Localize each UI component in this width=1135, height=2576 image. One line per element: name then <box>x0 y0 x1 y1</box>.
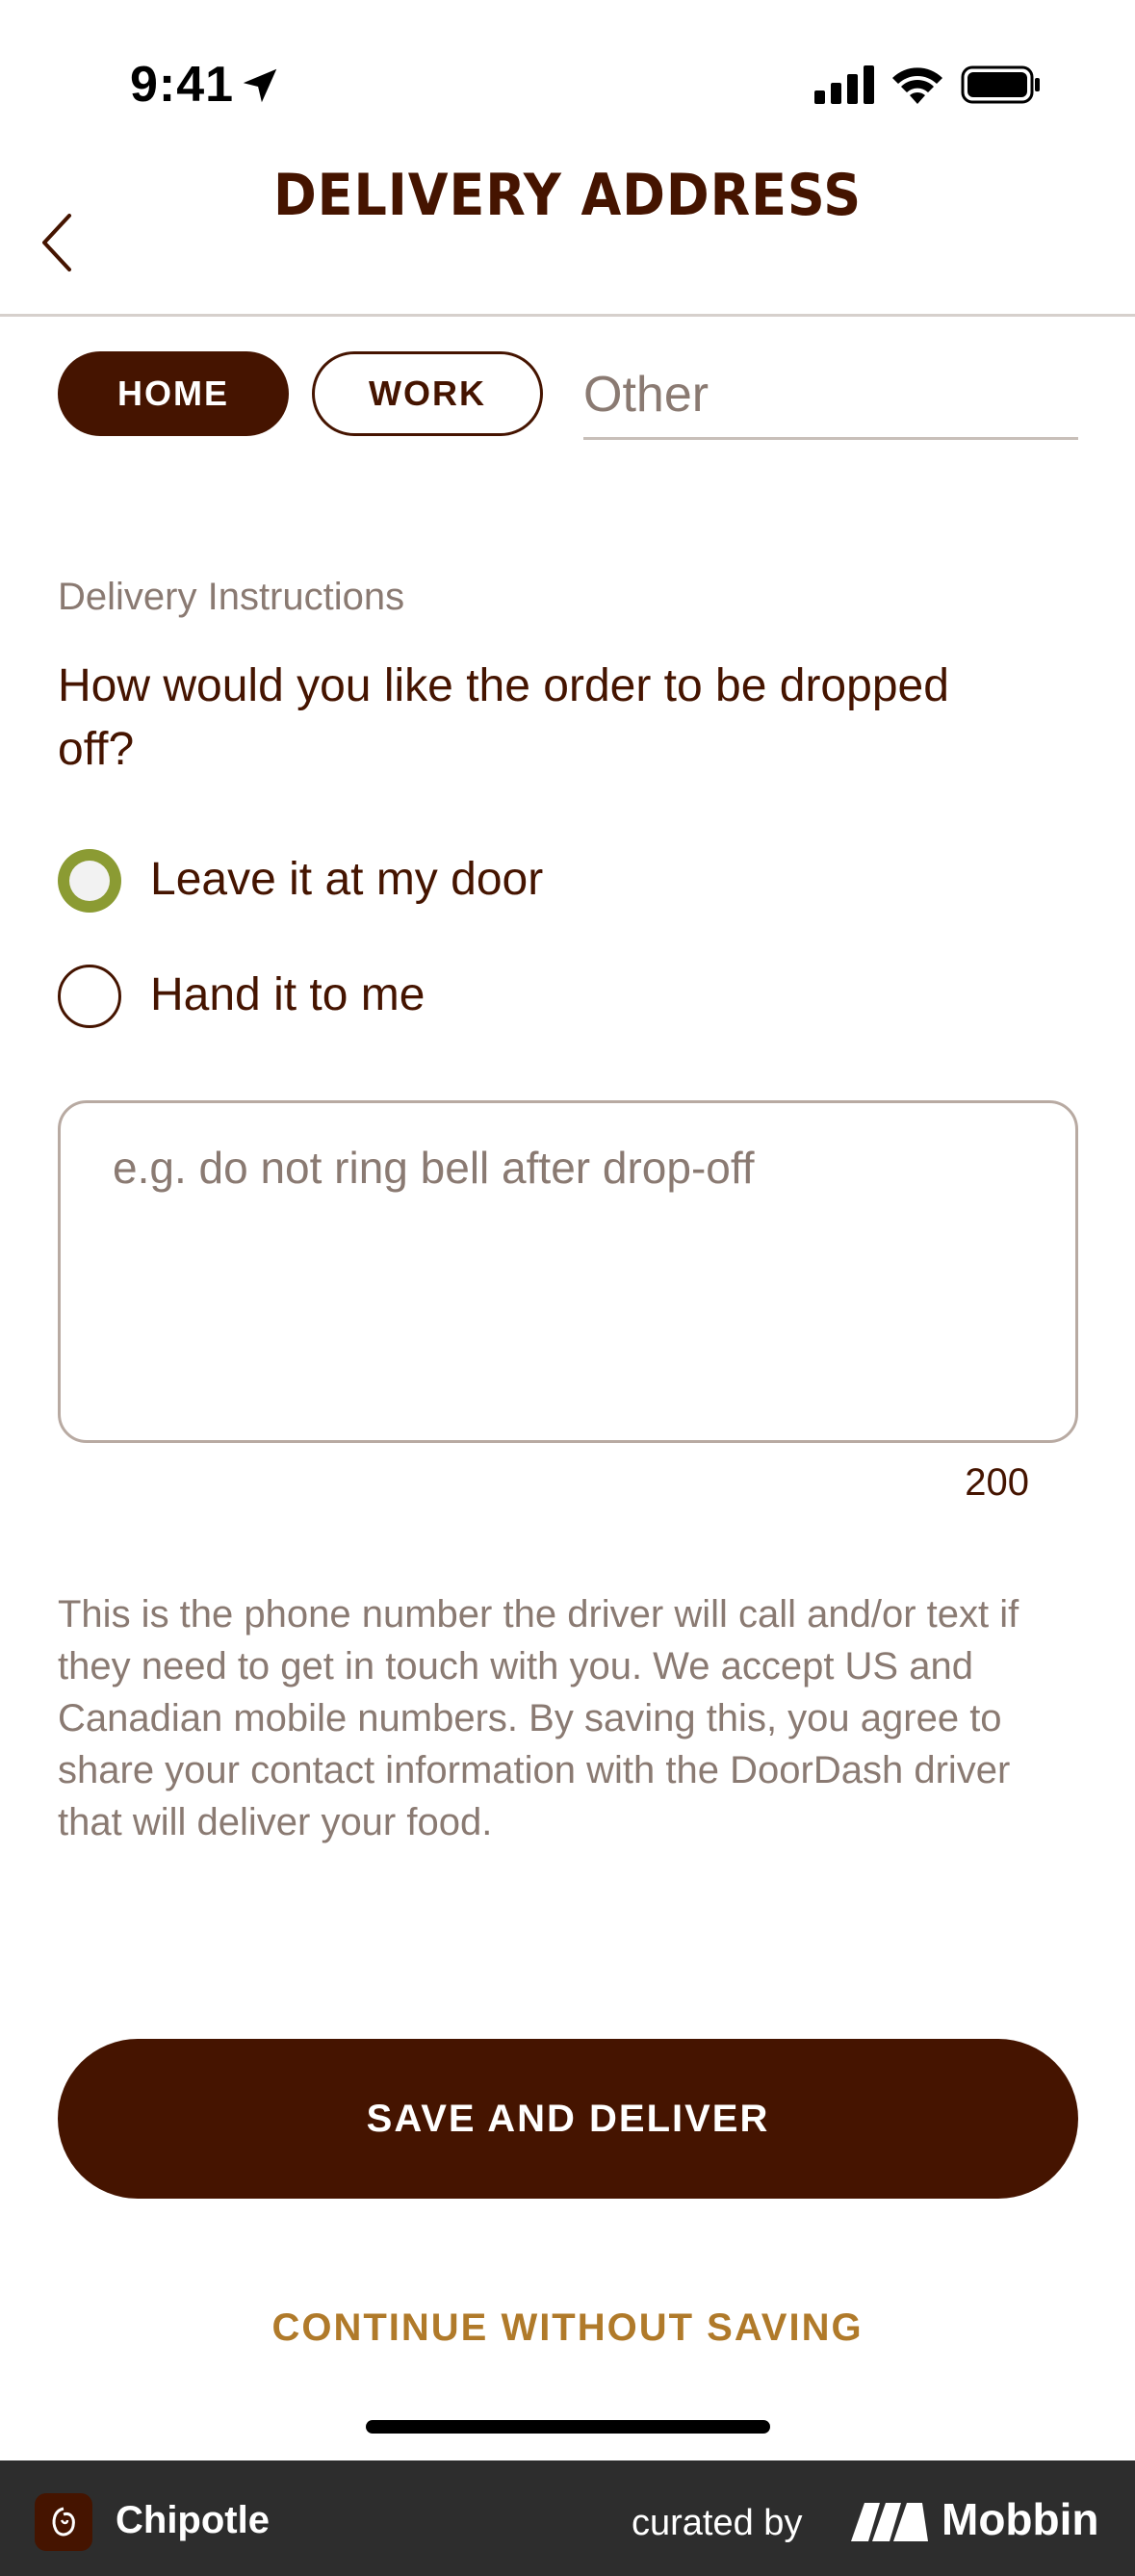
location-arrow-icon <box>243 68 277 103</box>
home-chip[interactable]: HOME <box>58 351 289 436</box>
delivery-instructions-label: Delivery Instructions <box>58 576 405 618</box>
cellular-signal-icon <box>814 65 874 104</box>
hand-to-me-label[interactable]: Hand it to me <box>150 968 425 1021</box>
continue-without-saving-link[interactable]: CONTINUE WITHOUT SAVING <box>0 2306 1135 2350</box>
page-title: DELIVERY ADDRESS <box>272 162 863 229</box>
mobbin-logo-icon <box>851 2503 928 2541</box>
contact-info-text: This is the phone number the driver will… <box>58 1593 1019 1843</box>
radio-selected-dot <box>69 861 110 901</box>
other-address-input[interactable]: Other <box>583 351 1078 440</box>
chipotle-pepper-icon <box>52 2507 75 2537</box>
hand-to-me-radio[interactable] <box>58 965 121 1028</box>
leave-at-door-label[interactable]: Leave it at my door <box>150 853 543 906</box>
dropoff-question: How would you like the order to be dropp… <box>58 660 949 775</box>
save-and-deliver-button[interactable]: SAVE AND DELIVER <box>58 2039 1078 2199</box>
mobbin-brand: Mobbin <box>942 2494 1099 2544</box>
wifi-icon <box>892 67 942 104</box>
chipotle-logo <box>35 2493 92 2551</box>
header-divider <box>0 314 1135 317</box>
leave-at-door-radio[interactable] <box>58 849 121 913</box>
character-count: 200 <box>965 1461 1029 1504</box>
instructions-textarea[interactable]: e.g. do not ring bell after drop-off <box>58 1100 1078 1443</box>
battery-icon <box>961 65 1040 104</box>
status-time: 9:41 <box>130 57 235 113</box>
textarea-placeholder: e.g. do not ring bell after drop-off <box>113 1143 755 1193</box>
curated-by-label: curated by <box>632 2503 803 2543</box>
work-chip[interactable]: WORK <box>312 351 543 436</box>
home-indicator <box>366 2420 770 2434</box>
footer-app-name: Chipotle <box>116 2499 270 2541</box>
